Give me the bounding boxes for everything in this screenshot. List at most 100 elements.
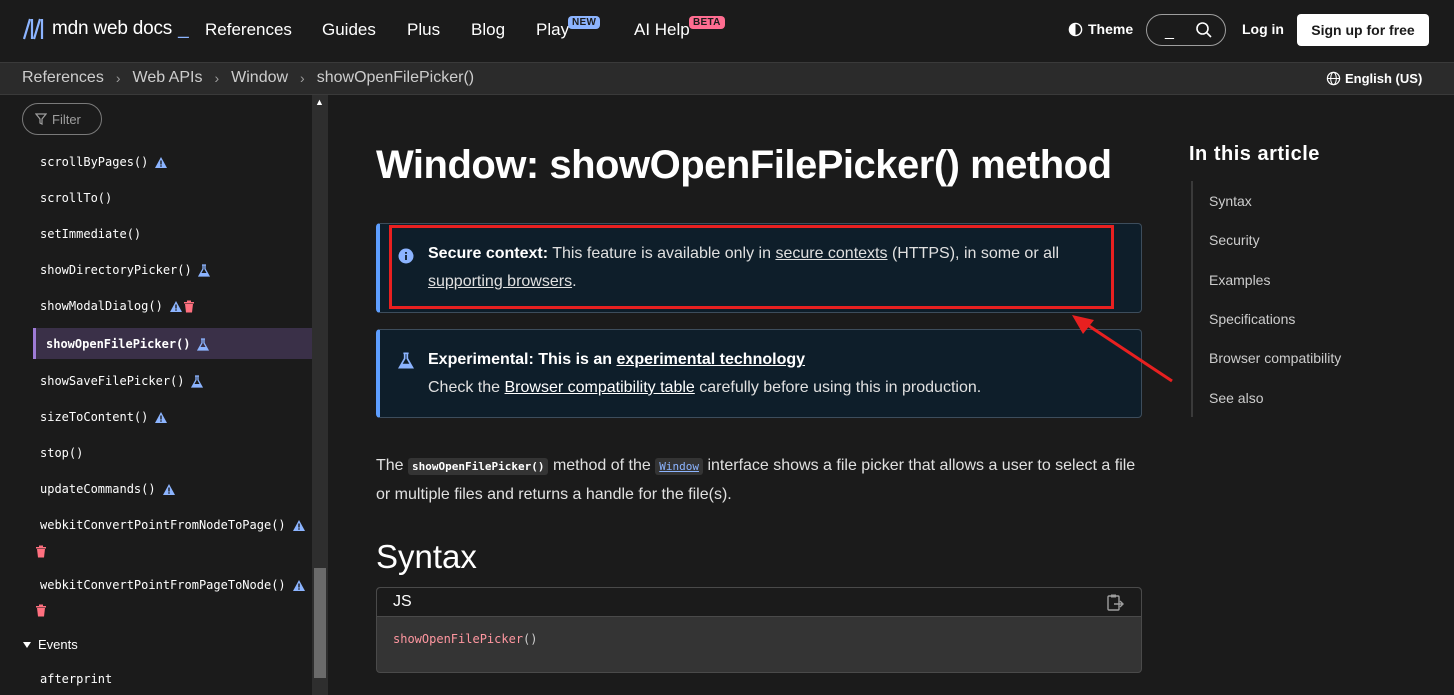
intro-text: The	[376, 457, 404, 474]
code-parens: ()	[523, 632, 538, 646]
warning-icon	[155, 411, 168, 423]
toc-title: In this article	[1189, 143, 1320, 165]
sidebar-item-stop[interactable]: stop()	[40, 446, 83, 460]
sidebar-item-afterprint[interactable]: afterprint	[40, 672, 112, 686]
sidebar-item-label: sizeToContent()	[40, 410, 149, 424]
login-link[interactable]: Log in	[1242, 21, 1284, 37]
sidebar-item-label: showDirectoryPicker()	[40, 263, 192, 277]
page-title: Window: showOpenFilePicker() method	[376, 143, 1112, 187]
intro-paragraph: The showOpenFilePicker() method of the W…	[376, 452, 1142, 509]
scrollbar-thumb[interactable]	[314, 568, 326, 678]
language-label: English (US)	[1345, 71, 1423, 86]
flask-icon	[398, 352, 414, 369]
toc-item-browser-compatibility[interactable]: Browser compatibility	[1209, 350, 1341, 366]
sidebar-item-scrollto[interactable]: scrollTo()	[40, 191, 112, 205]
code-content: showOpenFilePicker()	[393, 632, 538, 646]
sidebar-item-showopenfilepicker[interactable]: showOpenFilePicker()	[46, 337, 209, 351]
search-button[interactable]: _	[1146, 14, 1226, 46]
toc-item-syntax[interactable]: Syntax	[1209, 193, 1252, 209]
warning-icon	[292, 579, 305, 591]
sidebar: Filter scrollByPages() scrollTo() setImm…	[0, 95, 312, 695]
sidebar-item-label: scrollTo()	[40, 191, 113, 205]
experimental-technology-link[interactable]: experimental technology	[617, 351, 806, 368]
breadcrumb-separator: ›	[115, 70, 121, 86]
filter-placeholder: Filter	[52, 111, 81, 127]
flask-icon	[196, 337, 209, 351]
breadcrumb-references[interactable]: References	[22, 69, 104, 87]
trash-icon	[36, 545, 46, 558]
main-content: Window: showOpenFilePicker() method Secu…	[328, 95, 1168, 695]
inline-code: showOpenFilePicker()	[408, 458, 549, 475]
toc-item-security[interactable]: Security	[1209, 232, 1260, 248]
theme-icon	[1068, 22, 1083, 36]
sidebar-item-label: updateCommands()	[40, 482, 156, 496]
new-badge: NEW	[568, 16, 601, 29]
code-language-label: JS	[393, 593, 412, 610]
beta-badge: BETA	[689, 16, 725, 29]
logo-cursor: _	[178, 18, 189, 39]
nav-play[interactable]: Play NEW	[536, 16, 601, 40]
warning-icon	[292, 519, 305, 531]
sidebar-item-label: webkitConvertPointFromPageToNode()	[40, 578, 286, 592]
window-link[interactable]: Window	[655, 458, 703, 475]
sidebar-item-label: webkitConvertPointFromNodeToPage()	[40, 518, 286, 532]
breadcrumb-window[interactable]: Window	[231, 69, 288, 87]
sidebar-item-showsavefilepicker[interactable]: showSaveFilePicker()	[40, 374, 203, 388]
sidebar-item-updatecommands[interactable]: updateCommands()	[40, 482, 176, 496]
toc-item-specifications[interactable]: Specifications	[1209, 311, 1295, 327]
warning-icon	[162, 483, 175, 495]
breadcrumb-separator: ›	[214, 70, 220, 86]
highlight-annotation-box	[389, 225, 1114, 309]
sidebar-item-webkitconvertpointfrompagetonode[interactable]: webkitConvertPointFromPageToNode()	[40, 578, 306, 592]
signup-button[interactable]: Sign up for free	[1297, 14, 1429, 46]
sidebar-item-label: showSaveFilePicker()	[40, 374, 185, 388]
table-of-contents: In this article Syntax Security Examples…	[1189, 143, 1439, 417]
trash-icon	[36, 604, 46, 617]
theme-label: Theme	[1088, 21, 1134, 37]
breadcrumb-current[interactable]: showOpenFilePicker()	[317, 69, 474, 87]
sidebar-item-label: stop()	[40, 446, 84, 460]
sidebar-item-setimmediate[interactable]: setImmediate()	[40, 227, 141, 241]
nav-plus[interactable]: Plus	[407, 20, 440, 40]
note-text: Check the	[428, 379, 501, 396]
top-navigation: mdn web docs _ References Guides Plus Bl…	[0, 0, 1454, 62]
sidebar-item-showdirectorypicker[interactable]: showDirectoryPicker()	[40, 263, 210, 277]
syntax-heading: Syntax	[376, 538, 477, 575]
mdn-logo[interactable]: mdn web docs _	[22, 17, 189, 41]
sidebar-item-sizetocontent[interactable]: sizeToContent()	[40, 410, 168, 424]
breadcrumb-web-apis[interactable]: Web APIs	[133, 69, 203, 87]
nav-play-label: Play	[536, 20, 570, 39]
globe-icon	[1326, 71, 1341, 86]
flask-icon	[197, 263, 210, 277]
nav-ai-help[interactable]: AI Help BETA	[634, 16, 725, 40]
toc-item-examples[interactable]: Examples	[1209, 272, 1270, 288]
sidebar-scrollbar[interactable]: ▲	[312, 95, 328, 695]
sidebar-section-events[interactable]: Events	[22, 637, 78, 652]
nav-blog[interactable]: Blog	[471, 20, 505, 40]
events-label: Events	[38, 637, 78, 652]
nav-references[interactable]: References	[205, 20, 292, 40]
copy-icon[interactable]	[1105, 593, 1125, 613]
theme-toggle-button[interactable]: Theme	[1068, 21, 1133, 37]
note-text: carefully before using this in productio…	[699, 379, 982, 396]
search-underscore: _	[1165, 23, 1174, 40]
toc-item-see-also[interactable]: See also	[1209, 390, 1263, 406]
sidebar-item-webkitconvertpointfromnodetopage[interactable]: webkitConvertPointFromNodeToPage()	[40, 518, 306, 532]
filter-input[interactable]: Filter	[22, 103, 102, 135]
sidebar-item-label: afterprint	[40, 672, 113, 686]
mdn-logo-icon	[22, 18, 44, 40]
logo-text: mdn web docs	[52, 18, 173, 39]
nav-guides[interactable]: Guides	[322, 20, 376, 40]
search-icon	[1196, 22, 1212, 38]
code-block: JS showOpenFilePicker()	[376, 587, 1142, 673]
sidebar-item-label: scrollByPages()	[40, 155, 149, 169]
language-switcher[interactable]: English (US)	[1326, 71, 1422, 86]
code-block-header: JS	[377, 588, 1141, 617]
annotation-arrow-icon	[1072, 315, 1173, 383]
sidebar-item-scrollbypages[interactable]: scrollByPages()	[40, 155, 168, 169]
scroll-up-arrow-icon[interactable]: ▲	[315, 97, 324, 107]
breadcrumb-separator: ›	[300, 70, 305, 86]
intro-text: method of the	[552, 457, 651, 474]
browser-compat-table-link[interactable]: Browser compatibility table	[505, 379, 695, 396]
sidebar-item-showmodaldialog[interactable]: showModalDialog()	[40, 299, 195, 313]
